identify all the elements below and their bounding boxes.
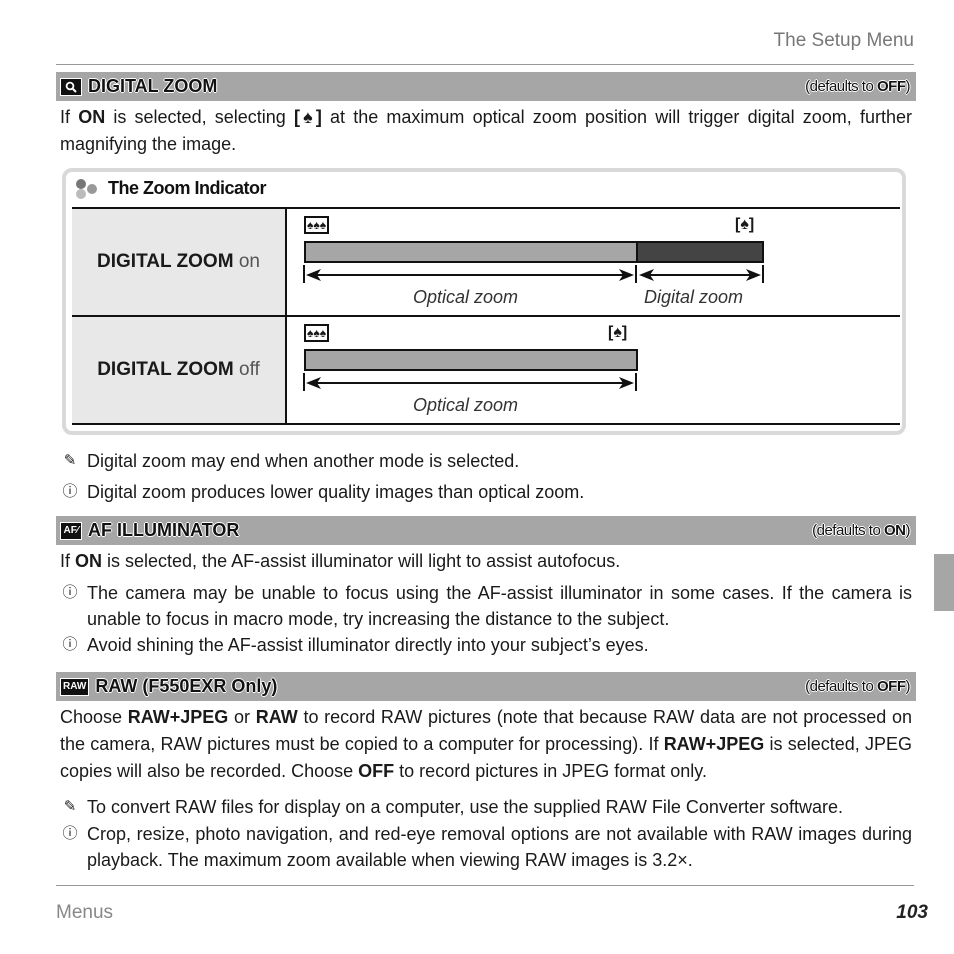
section-title: AF ILLUMINATOR: [88, 520, 240, 540]
caution-item: ⓘ The camera may be unable to focus usin…: [60, 580, 912, 632]
chapter-thumb-tab: [934, 554, 954, 611]
wide-angle-icon: ♠♠♠: [304, 216, 330, 234]
caution-item: ⓘ Digital zoom produces lower quality im…: [60, 479, 912, 505]
digital-zoom-caption: Digital zoom: [644, 287, 744, 307]
tele-button-symbol: [♠]: [293, 107, 322, 127]
raw-description: Choose RAW+JPEG or RAW to record RAW pic…: [60, 707, 912, 781]
af-illuminator-icon: AF⁄: [60, 521, 82, 540]
optical-zoom-bar: [304, 349, 638, 371]
page-number: 103: [896, 902, 928, 923]
telephoto-icon: [♠]: [735, 216, 755, 233]
table-row: DIGITAL ZOOM off ♠♠♠ [♠] Optical zoom: [72, 315, 900, 425]
telephoto-icon: [♠]: [608, 324, 628, 341]
zoom-diagram-off: ♠♠♠ [♠] Optical zoom: [287, 317, 900, 423]
section-bar-raw: RAW RAW (F550EXR Only) (defaults to OFF): [56, 672, 916, 701]
zoom-indicator-box: The Zoom Indicator DIGITAL ZOOM on ♠♠♠ […: [62, 168, 906, 435]
caution-icon: ⓘ: [62, 483, 78, 500]
default-value-label: (defaults to ON): [812, 522, 910, 539]
header-rule: [56, 64, 914, 65]
zoom-indicator-table: DIGITAL ZOOM on ♠♠♠ [♠] Optical zoom Dig…: [72, 207, 900, 425]
optical-zoom-caption: Optical zoom: [413, 287, 519, 307]
raw-icon: RAW: [60, 677, 90, 696]
caution-item: ⓘ Crop, resize, photo navigation, and re…: [60, 821, 912, 873]
digital-zoom-bar: [636, 241, 764, 263]
caution-icon: ⓘ: [62, 636, 78, 653]
optical-zoom-bar: [304, 241, 638, 263]
af-illuminator-description: If ON is selected, the AF-assist illumin…: [60, 551, 621, 571]
section-title: RAW (F550EXR Only): [95, 676, 278, 696]
digital-zoom-description: If ON is selected, selecting [♠] at the …: [60, 107, 912, 154]
default-value-label: (defaults to OFF): [805, 678, 910, 695]
footer-section: Menus: [56, 902, 114, 923]
default-value-label: (defaults to OFF): [805, 78, 910, 95]
section-title: DIGITAL ZOOM: [88, 76, 218, 96]
caution-item: ⓘ Avoid shining the AF-assist illuminato…: [60, 632, 912, 658]
zoom-diagram-on: ♠♠♠ [♠] Optical zoom Digital zoom: [287, 209, 900, 315]
note-pencil-icon: ✎: [63, 452, 77, 469]
digital-zoom-icon: [60, 77, 82, 96]
info-hex-icon: [76, 178, 100, 199]
optical-zoom-caption: Optical zoom: [413, 395, 519, 415]
footer-rule: [56, 885, 914, 886]
caution-icon: ⓘ: [62, 584, 78, 601]
running-header: The Setup Menu: [773, 30, 914, 51]
note-pencil-icon: ✎: [63, 798, 77, 815]
zoom-range-arrows: [303, 265, 764, 283]
note-item: ✎ Digital zoom may end when another mode…: [60, 448, 912, 474]
info-box-title: The Zoom Indicator: [108, 178, 267, 198]
table-row: DIGITAL ZOOM on ♠♠♠ [♠] Optical zoom Dig…: [72, 207, 900, 317]
note-item: ✎ To convert RAW files for display on a …: [60, 794, 912, 820]
section-bar-digital-zoom: DIGITAL ZOOM (defaults to OFF): [56, 72, 916, 101]
section-bar-af-illuminator: AF⁄ AF ILLUMINATOR (defaults to ON): [56, 516, 916, 545]
wide-angle-icon: ♠♠♠: [304, 324, 330, 342]
zoom-range-arrows: [303, 373, 637, 391]
caution-icon: ⓘ: [62, 825, 78, 842]
